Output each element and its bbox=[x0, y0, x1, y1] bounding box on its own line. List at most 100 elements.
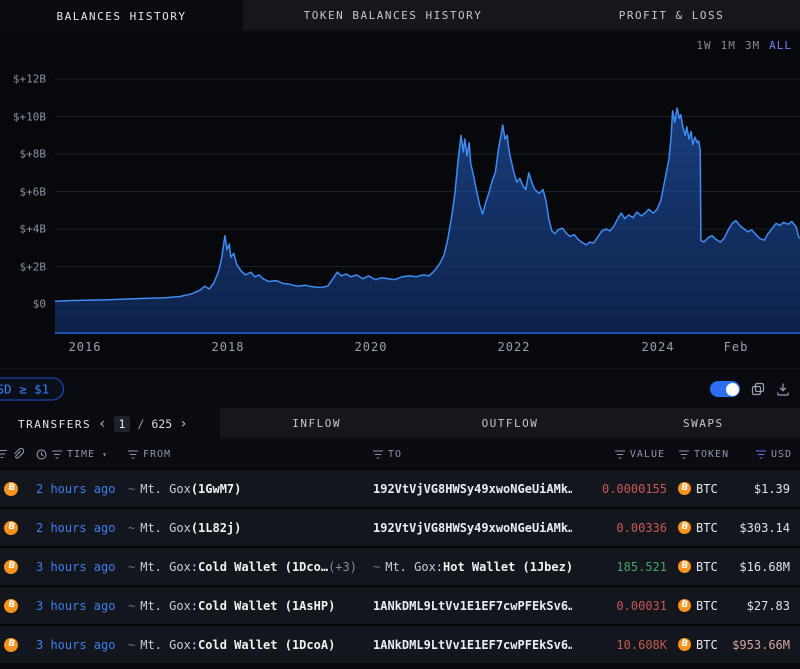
range-1m-button[interactable]: 1M bbox=[721, 39, 736, 52]
additional-count: (+3) bbox=[328, 560, 357, 574]
transfer-time-link[interactable]: 2 hours ago bbox=[36, 521, 128, 535]
transfer-from[interactable]: ~Mt. Gox (1GwM7) bbox=[128, 482, 373, 496]
transfer-to[interactable]: 1ANkDML9LtVv1E1EF7cwPFEkSv6… (+1) bbox=[373, 638, 572, 652]
balance-area-series bbox=[55, 108, 800, 334]
balance-history-chart[interactable]: $+12B$+10B$+8B$+6B$+4B$+2B$0 bbox=[0, 58, 800, 335]
tab-label: SWAPS bbox=[683, 417, 724, 430]
btc-icon: B bbox=[4, 638, 18, 652]
column-header-from[interactable]: FROM bbox=[128, 449, 373, 460]
download-icon[interactable] bbox=[776, 382, 790, 396]
transfer-value: 0.00336 bbox=[572, 521, 667, 535]
transfer-token[interactable]: B BTC bbox=[667, 482, 725, 496]
value-header-label[interactable]: VALUE bbox=[630, 449, 665, 460]
transfer-usd: $16.68M bbox=[725, 560, 800, 574]
tab-balances-history[interactable]: BALANCES HISTORY bbox=[0, 0, 243, 32]
transfer-row[interactable]: B 2 hours ago~Mt. Gox (1L82j)192VtVjVG8HW… bbox=[0, 507, 800, 546]
clock-icon bbox=[36, 449, 47, 460]
entity-wallet-id: Hot Wallet (1Jbez) bbox=[443, 560, 572, 574]
tab-token-balances-history[interactable]: TOKEN BALANCES HISTORY bbox=[243, 0, 543, 32]
transfers-tab-label[interactable]: TRANSFERS bbox=[18, 418, 91, 431]
tab-profit-and-loss[interactable]: PROFIT & LOSS bbox=[543, 0, 800, 32]
btc-icon: B bbox=[4, 521, 18, 535]
x-axis-tick-label: 2022 bbox=[498, 340, 531, 354]
x-axis-tick-label: 2020 bbox=[355, 340, 388, 354]
btc-icon: B bbox=[678, 482, 691, 495]
token-symbol: BTC bbox=[696, 482, 718, 496]
transfer-to[interactable]: ~Mt. Gox: Hot Wallet (1Jbez) bbox=[373, 560, 572, 574]
current-page-chip[interactable]: 1 bbox=[114, 416, 131, 432]
column-header-to[interactable]: TO bbox=[373, 449, 572, 460]
range-3m-button[interactable]: 3M bbox=[745, 39, 760, 52]
transfer-time-link[interactable]: 2 hours ago bbox=[36, 482, 128, 496]
column-header-usd[interactable]: USD bbox=[725, 449, 800, 460]
sort-icon bbox=[373, 450, 383, 459]
transfer-time-link[interactable]: 3 hours ago bbox=[36, 638, 128, 652]
transfer-usd: $27.83 bbox=[725, 599, 800, 613]
transfer-row[interactable]: B3 hours ago~Mt. Gox: Cold Wallet (1Dco…… bbox=[0, 546, 800, 585]
copy-icon[interactable] bbox=[751, 382, 765, 396]
transfer-to[interactable]: 192VtVjVG8HWSy49xwoNGeUiAMk… (+1) bbox=[373, 482, 572, 496]
column-header-time[interactable]: TIME ▾ bbox=[36, 449, 128, 460]
transfer-token[interactable]: BBTC bbox=[667, 521, 725, 535]
page-separator: / bbox=[137, 417, 144, 431]
total-pages: 625 bbox=[151, 417, 172, 431]
to-header-label[interactable]: TO bbox=[388, 449, 402, 460]
token-header-label[interactable]: TOKEN bbox=[694, 449, 729, 460]
transfer-value: 0.0000155 bbox=[572, 482, 667, 496]
transfer-from[interactable]: ~Mt. Gox (1L82j) bbox=[128, 521, 373, 535]
column-header-token[interactable]: TOKEN bbox=[667, 449, 725, 460]
transfer-value: 10.608K bbox=[572, 638, 667, 652]
entity-name: Mt. Gox bbox=[140, 482, 191, 496]
range-1w-button[interactable]: 1W bbox=[696, 39, 711, 52]
transfers-table-body: B2 hours ago~Mt. Gox (1GwM7)192VtVjVG8HW… bbox=[0, 468, 800, 663]
chevron-down-icon[interactable]: ▾ bbox=[102, 450, 108, 459]
table-lead-icons bbox=[0, 440, 36, 468]
filter-icon[interactable] bbox=[0, 450, 7, 459]
chart-toggle-switch[interactable] bbox=[710, 381, 740, 397]
token-symbol: BTC bbox=[696, 521, 718, 535]
y-axis-tick-label: $+2B bbox=[20, 260, 47, 273]
usd-threshold-filter-pill[interactable]: USD ≥ $1 bbox=[0, 378, 64, 401]
tab-inflow[interactable]: INFLOW bbox=[220, 408, 413, 440]
address: 192VtVjVG8HWSy49xwoNGeUiAMk… bbox=[373, 521, 572, 535]
transfer-row[interactable]: B3 hours ago~Mt. Gox: Cold Wallet (1AsHP… bbox=[0, 585, 800, 624]
column-header-value[interactable]: VALUE bbox=[572, 449, 667, 460]
page-next-icon[interactable]: › bbox=[179, 417, 187, 431]
from-header-label[interactable]: FROM bbox=[143, 449, 171, 460]
token-symbol: BTC bbox=[696, 599, 718, 613]
page-prev-icon[interactable]: ‹ bbox=[98, 417, 106, 431]
transfer-token[interactable]: BBTC bbox=[667, 638, 725, 652]
transfer-row[interactable]: B2 hours ago~Mt. Gox (1GwM7)192VtVjVG8HW… bbox=[0, 468, 800, 507]
tab-label: INFLOW bbox=[292, 417, 341, 430]
usd-header-label[interactable]: USD bbox=[771, 449, 792, 460]
tab-swaps[interactable]: SWAPS bbox=[607, 408, 800, 440]
transfer-from[interactable]: ~Mt. Gox: Cold Wallet (1Dco…(+3) bbox=[128, 560, 373, 574]
transfer-to[interactable]: 192VtVjVG8HWSy49xwoNGeUiAMk… (+1) bbox=[373, 521, 572, 535]
asset-cell: B bbox=[0, 482, 36, 496]
btc-icon: B bbox=[678, 638, 691, 651]
transfer-row[interactable]: B 3 hours ago~Mt. Gox: Cold Wallet (1DcoA… bbox=[0, 624, 800, 663]
transfer-to[interactable]: 1ANkDML9LtVv1E1EF7cwPFEkSv6… (+1) bbox=[373, 599, 572, 613]
y-axis-tick-label: $+8B bbox=[20, 148, 47, 161]
transfer-token[interactable]: BBTC bbox=[667, 599, 725, 613]
range-all-button[interactable]: ALL bbox=[769, 39, 792, 52]
entity-tilde-icon: ~ bbox=[373, 560, 380, 574]
time-range-selector: 1W 1M 3M ALL bbox=[696, 34, 792, 56]
chart-toolbar: USD ≥ $1 bbox=[0, 368, 800, 409]
x-axis-tick-label: 2016 bbox=[69, 340, 102, 354]
paperclip-icon[interactable] bbox=[12, 448, 24, 460]
transfer-from[interactable]: ~Mt. Gox: Cold Wallet (1DcoA) bbox=[128, 638, 373, 652]
entity-tilde-icon: ~ bbox=[128, 560, 135, 574]
tab-label: BALANCES HISTORY bbox=[57, 10, 187, 23]
chart-plot-area[interactable] bbox=[55, 58, 800, 335]
transfer-time-link[interactable]: 3 hours ago bbox=[36, 560, 128, 574]
transfer-from[interactable]: ~Mt. Gox: Cold Wallet (1AsHP) bbox=[128, 599, 373, 613]
tab-outflow[interactable]: OUTFLOW bbox=[413, 408, 606, 440]
transfer-token[interactable]: BBTC bbox=[667, 560, 725, 574]
tab-transfers[interactable]: TRANSFERS ‹ 1 / 625 › bbox=[0, 408, 220, 440]
x-axis-tick-label: 2024 bbox=[642, 340, 675, 354]
transfer-time-link[interactable]: 3 hours ago bbox=[36, 599, 128, 613]
transfer-value: 185.521 bbox=[572, 560, 667, 574]
sort-icon bbox=[615, 450, 625, 459]
time-header-label[interactable]: TIME bbox=[67, 449, 95, 460]
